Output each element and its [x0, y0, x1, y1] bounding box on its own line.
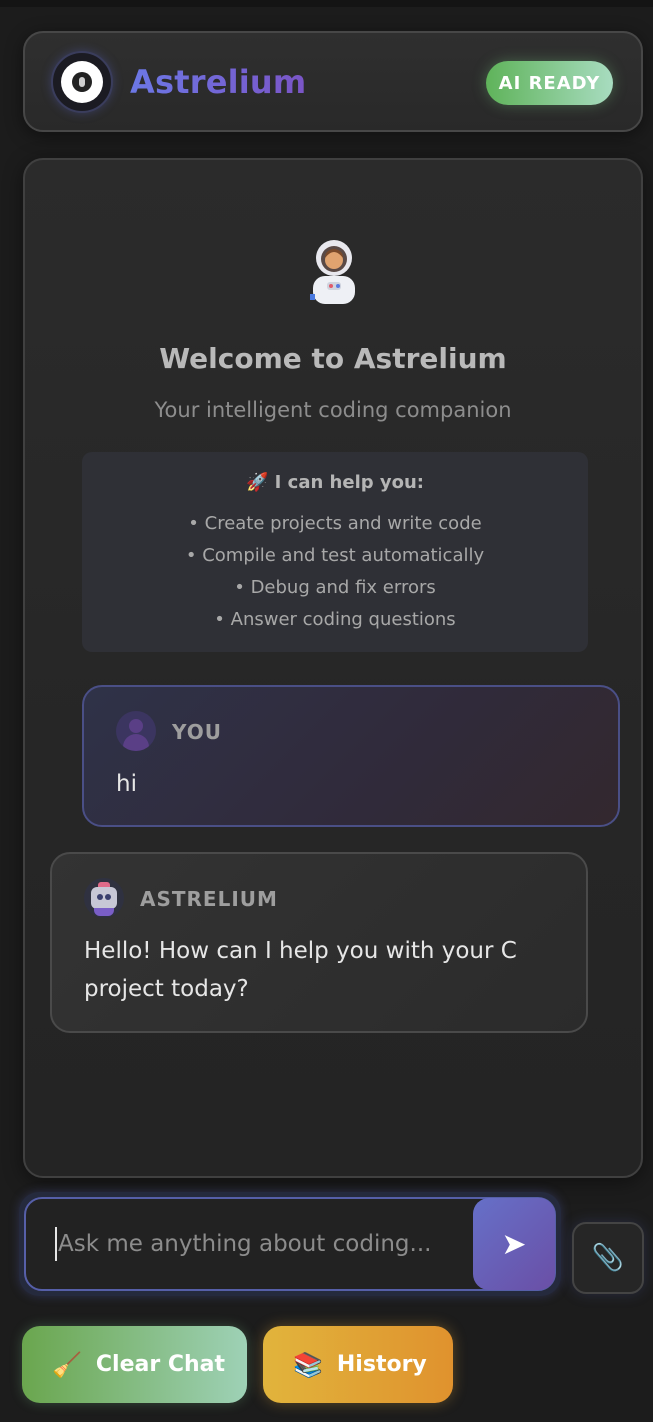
capabilities-box: 🚀 I can help you: • Create projects and … — [82, 452, 588, 652]
clear-chat-button[interactable]: 🧹 Clear Chat — [22, 1326, 247, 1403]
robot-avatar-icon — [84, 878, 124, 918]
capabilities-list: • Create projects and write code • Compi… — [82, 512, 588, 640]
broom-icon: 🧹 — [52, 1350, 82, 1379]
books-icon: 📚 — [293, 1350, 323, 1379]
eye-logo-icon — [51, 51, 113, 113]
user-avatar-icon — [116, 711, 156, 751]
welcome-title: Welcome to Astrelium — [159, 342, 507, 375]
app-header: Astrelium AI READY — [23, 31, 643, 132]
attach-button[interactable]: 📎 — [572, 1222, 644, 1294]
paperclip-icon: 📎 — [591, 1243, 625, 1273]
message-text: Hello! How can I help you with your C pr… — [84, 938, 517, 1002]
composer: ➤ — [19, 1192, 561, 1296]
list-item: • Create projects and write code — [188, 513, 482, 534]
send-button[interactable]: ➤ — [473, 1198, 555, 1290]
clear-chat-label: Clear Chat — [95, 1352, 226, 1377]
list-item: • Answer coding questions — [214, 609, 456, 630]
list-item: • Debug and fix errors — [234, 577, 436, 598]
text-caret — [55, 1227, 57, 1261]
status-badge: AI READY — [486, 61, 613, 105]
message-sender: ASTRELIUM — [140, 887, 278, 911]
send-arrow-icon: ➤ — [501, 1226, 527, 1262]
assistant-message: ASTRELIUM Hello! How can I help you with… — [50, 852, 588, 1033]
astronaut-icon — [310, 240, 355, 304]
welcome-subtitle: Your intelligent coding companion — [154, 398, 512, 422]
list-item: • Compile and test automatically — [185, 545, 485, 566]
app-title: Astrelium — [130, 63, 307, 101]
message-text: hi — [116, 771, 137, 797]
history-label: History — [336, 1352, 427, 1377]
top-strip — [0, 0, 653, 7]
chat-panel[interactable]: Welcome to Astrelium Your intelligent co… — [23, 158, 643, 1178]
history-button[interactable]: 📚 History — [263, 1326, 453, 1403]
message-sender: YOU — [172, 720, 223, 744]
user-message: YOU hi — [82, 685, 620, 827]
capabilities-title: 🚀 I can help you: — [246, 472, 424, 493]
